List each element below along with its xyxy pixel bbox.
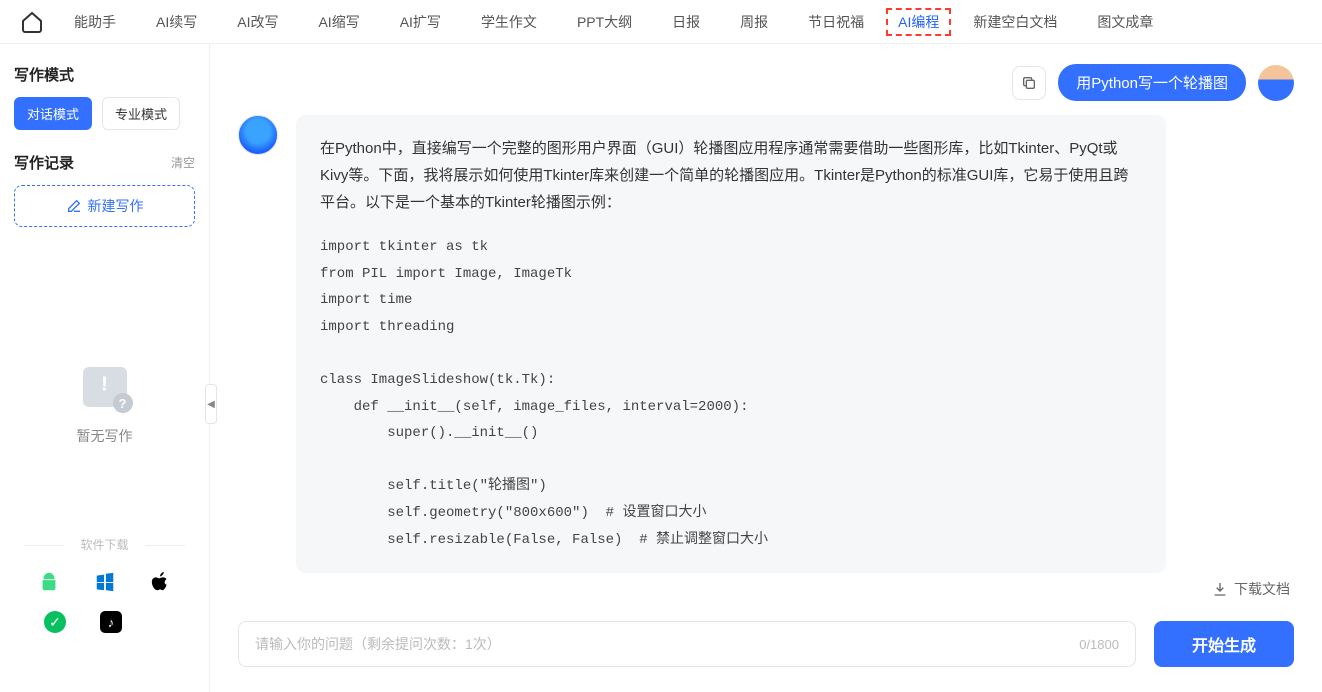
top-nav: 能助手AI续写AI改写AI缩写AI扩写学生作文PPT大纲日报周报节日祝福AI编程…	[0, 0, 1322, 44]
windows-icon[interactable]	[94, 571, 116, 593]
user-bubble: 用Python写一个轮播图	[1058, 64, 1246, 101]
record-title: 写作记录	[14, 152, 74, 173]
nav-item-11[interactable]: 新建空白文档	[955, 8, 1075, 36]
nav-item-5[interactable]: 学生作文	[463, 8, 555, 36]
question-input[interactable]	[255, 636, 1079, 652]
bot-text: 在Python中，直接编写一个完整的图形用户界面（GUI）轮播图应用程序通常需要…	[320, 135, 1142, 216]
download-title: 软件下载	[14, 536, 195, 553]
nav-item-10[interactable]: AI编程	[886, 8, 951, 36]
home-icon[interactable]	[20, 10, 44, 34]
code-block: import tkinter as tk from PIL import Ima…	[320, 234, 1142, 553]
nav-item-2[interactable]: AI改写	[219, 8, 296, 36]
new-write-button[interactable]: 新建写作	[14, 185, 195, 227]
empty-state: 暂无写作	[14, 367, 195, 446]
nav-item-8[interactable]: 周报	[722, 8, 786, 36]
generate-button[interactable]: 开始生成	[1154, 621, 1294, 667]
nav-item-0[interactable]: 能助手	[56, 8, 134, 36]
input-box: 0/1800	[238, 621, 1136, 667]
main-area: 用Python写一个轮播图 在Python中，直接编写一个完整的图形用户界面（G…	[210, 44, 1322, 692]
bot-avatar	[238, 115, 278, 155]
android-icon[interactable]	[38, 571, 60, 593]
copy-icon	[1021, 75, 1037, 91]
apple-icon[interactable]	[150, 571, 172, 593]
nav-item-9[interactable]: 节日祝福	[790, 8, 882, 36]
user-message-row: 用Python写一个轮播图	[238, 64, 1294, 101]
mode-title: 写作模式	[14, 64, 195, 85]
new-write-icon	[66, 198, 82, 214]
bot-bubble: 在Python中，直接编写一个完整的图形用户界面（GUI）轮播图应用程序通常需要…	[296, 115, 1166, 573]
tiktok-icon[interactable]: ♪	[100, 611, 122, 633]
mode-dialog-button[interactable]: 对话模式	[14, 97, 92, 130]
char-counter: 0/1800	[1079, 637, 1119, 652]
nav-item-7[interactable]: 日报	[654, 8, 718, 36]
nav-item-6[interactable]: PPT大纲	[559, 8, 650, 36]
wechat-icon[interactable]: ✓	[44, 611, 66, 633]
sidebar: 写作模式 对话模式 专业模式 写作记录 清空 新建写作 暂无写作 软件下载 ✓ …	[0, 44, 210, 692]
download-icon	[1212, 581, 1228, 597]
mode-pro-button[interactable]: 专业模式	[102, 97, 180, 130]
download-doc-link[interactable]: 下载文档	[238, 579, 1294, 599]
nav-item-3[interactable]: AI缩写	[300, 8, 377, 36]
nav-item-4[interactable]: AI扩写	[382, 8, 459, 36]
nav-item-1[interactable]: AI续写	[138, 8, 215, 36]
empty-icon	[83, 367, 127, 407]
bot-message-row: 在Python中，直接编写一个完整的图形用户界面（GUI）轮播图应用程序通常需要…	[238, 115, 1294, 573]
copy-button[interactable]	[1012, 66, 1046, 100]
nav-item-12[interactable]: 图文成章	[1079, 8, 1171, 36]
clear-link[interactable]: 清空	[171, 154, 195, 171]
user-avatar[interactable]	[1258, 65, 1294, 101]
